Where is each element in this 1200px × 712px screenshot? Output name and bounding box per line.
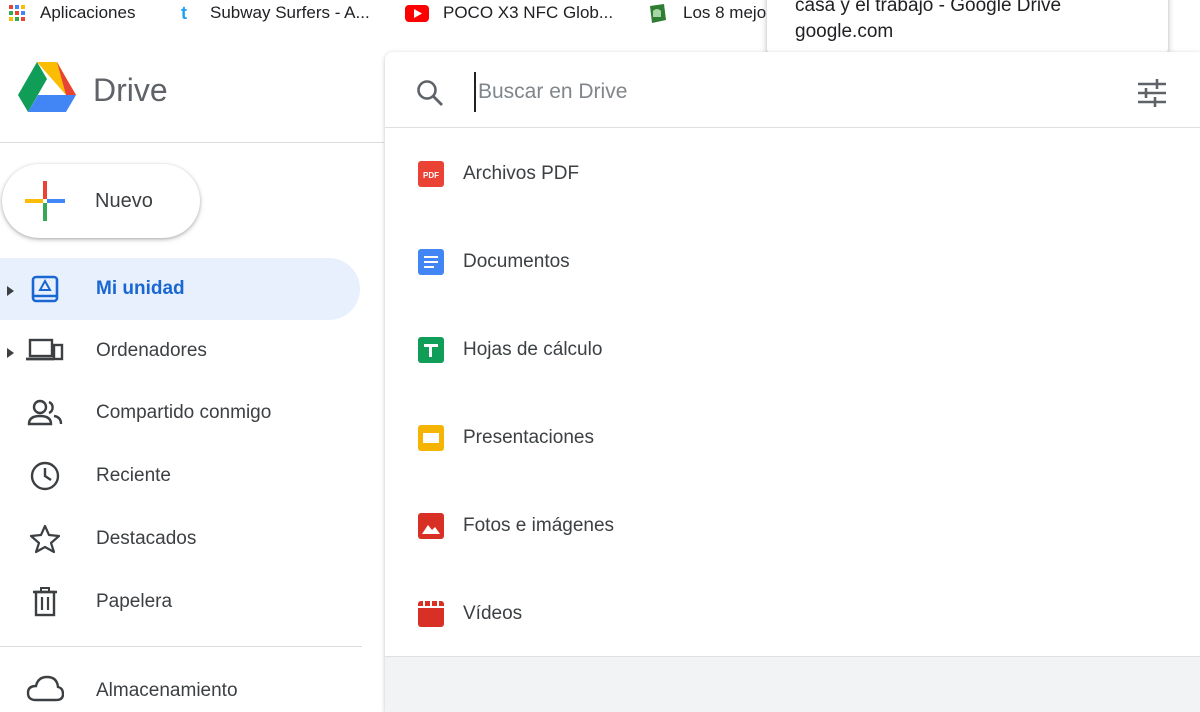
- apps-grid-icon: [8, 4, 26, 22]
- search-bar: [385, 52, 1200, 128]
- sidebar-item-label: Papelera: [96, 591, 173, 612]
- header-divider: [0, 142, 384, 143]
- filter-pdf[interactable]: PDF Archivos PDF: [385, 130, 1200, 218]
- search-panel-footer: [385, 656, 1200, 712]
- youtube-icon: [405, 4, 429, 22]
- tumblr-icon: t: [178, 4, 196, 22]
- google-drive-icon: [18, 62, 76, 119]
- sidebar-item-my-drive[interactable]: Mi unidad: [0, 258, 360, 320]
- sidebar-item-label: Mi unidad: [96, 278, 185, 299]
- slides-icon: [417, 424, 445, 452]
- expand-caret-icon[interactable]: [6, 344, 16, 358]
- plus-icon: [25, 181, 65, 221]
- filter-label: Documentos: [463, 251, 570, 272]
- sidebar-divider: [0, 646, 362, 647]
- filter-videos[interactable]: Vídeos: [385, 570, 1200, 658]
- tooltip-domain: google.com: [795, 21, 894, 42]
- bookmark-poco[interactable]: POCO X3 NFC Glob...: [405, 0, 613, 26]
- bookmark-label: Subway Surfers - A...: [210, 3, 370, 22]
- sidebar-item-storage[interactable]: Almacenamiento: [0, 672, 360, 712]
- sidebar-item-label: Destacados: [96, 528, 197, 549]
- bookmark-label: Aplicaciones: [40, 3, 136, 22]
- storage-label: Almacenamiento: [96, 680, 238, 701]
- sidebar-item-label: Reciente: [96, 465, 171, 486]
- my-drive-icon: [26, 270, 64, 308]
- sidebar-item-shared[interactable]: Compartido conmigo: [0, 382, 360, 444]
- filter-label: Hojas de cálculo: [463, 339, 603, 360]
- search-icon[interactable]: [415, 78, 445, 108]
- sidebar-item-recent[interactable]: Reciente: [0, 445, 360, 507]
- star-icon: [26, 520, 64, 558]
- filter-label: Fotos e imágenes: [463, 515, 615, 536]
- app-title: Drive: [93, 72, 168, 108]
- clock-icon: [26, 457, 64, 495]
- filter-label: Vídeos: [463, 603, 523, 624]
- bookmark-apps[interactable]: Aplicaciones: [8, 0, 135, 26]
- filter-label: Presentaciones: [463, 427, 594, 448]
- filter-images[interactable]: Fotos e imágenes: [385, 482, 1200, 570]
- computers-icon: [26, 332, 64, 370]
- tab-hover-tooltip: casa y el trabajo - Google Drive google.…: [766, 0, 1169, 58]
- filter-presentations[interactable]: Presentaciones: [385, 394, 1200, 482]
- new-button[interactable]: Nuevo: [2, 164, 200, 238]
- svg-text:t: t: [181, 4, 187, 22]
- svg-text:PDF: PDF: [423, 171, 439, 180]
- bookmark-los-8[interactable]: Los 8 mejo: [645, 0, 766, 26]
- tooltip-title: casa y el trabajo - Google Drive: [795, 0, 1062, 16]
- sidebar-item-label: Compartido conmigo: [96, 402, 272, 423]
- sheets-icon: [417, 336, 445, 364]
- sidebar-item-starred[interactable]: Destacados: [0, 508, 360, 570]
- filter-label: Archivos PDF: [463, 163, 580, 184]
- bookmark-subway-surfers[interactable]: t Subway Surfers - A...: [178, 0, 370, 26]
- shared-people-icon: [26, 394, 64, 432]
- android-icon: [645, 4, 669, 23]
- search-input[interactable]: [474, 72, 1094, 112]
- pdf-icon: PDF: [417, 160, 445, 188]
- docs-icon: [417, 248, 445, 276]
- bookmark-label: POCO X3 NFC Glob...: [443, 3, 614, 22]
- sidebar-item-label: Ordenadores: [96, 340, 207, 361]
- drive-logo[interactable]: Drive: [18, 62, 168, 119]
- sidebar-item-trash[interactable]: Papelera: [0, 571, 360, 633]
- sidebar-item-computers[interactable]: Ordenadores: [0, 320, 360, 382]
- filter-documents[interactable]: Documentos: [385, 218, 1200, 306]
- new-button-label: Nuevo: [95, 189, 153, 212]
- bookmark-label: Los 8 mejo: [683, 3, 767, 22]
- filter-spreadsheets[interactable]: Hojas de cálculo: [385, 306, 1200, 394]
- video-icon: [417, 600, 445, 628]
- search-dropdown-panel: PDF Archivos PDF Documentos Hojas de cál…: [385, 52, 1200, 712]
- image-icon: [417, 512, 445, 540]
- search-options-icon[interactable]: [1135, 76, 1169, 110]
- expand-caret-icon[interactable]: [6, 282, 16, 296]
- trash-icon: [26, 583, 64, 621]
